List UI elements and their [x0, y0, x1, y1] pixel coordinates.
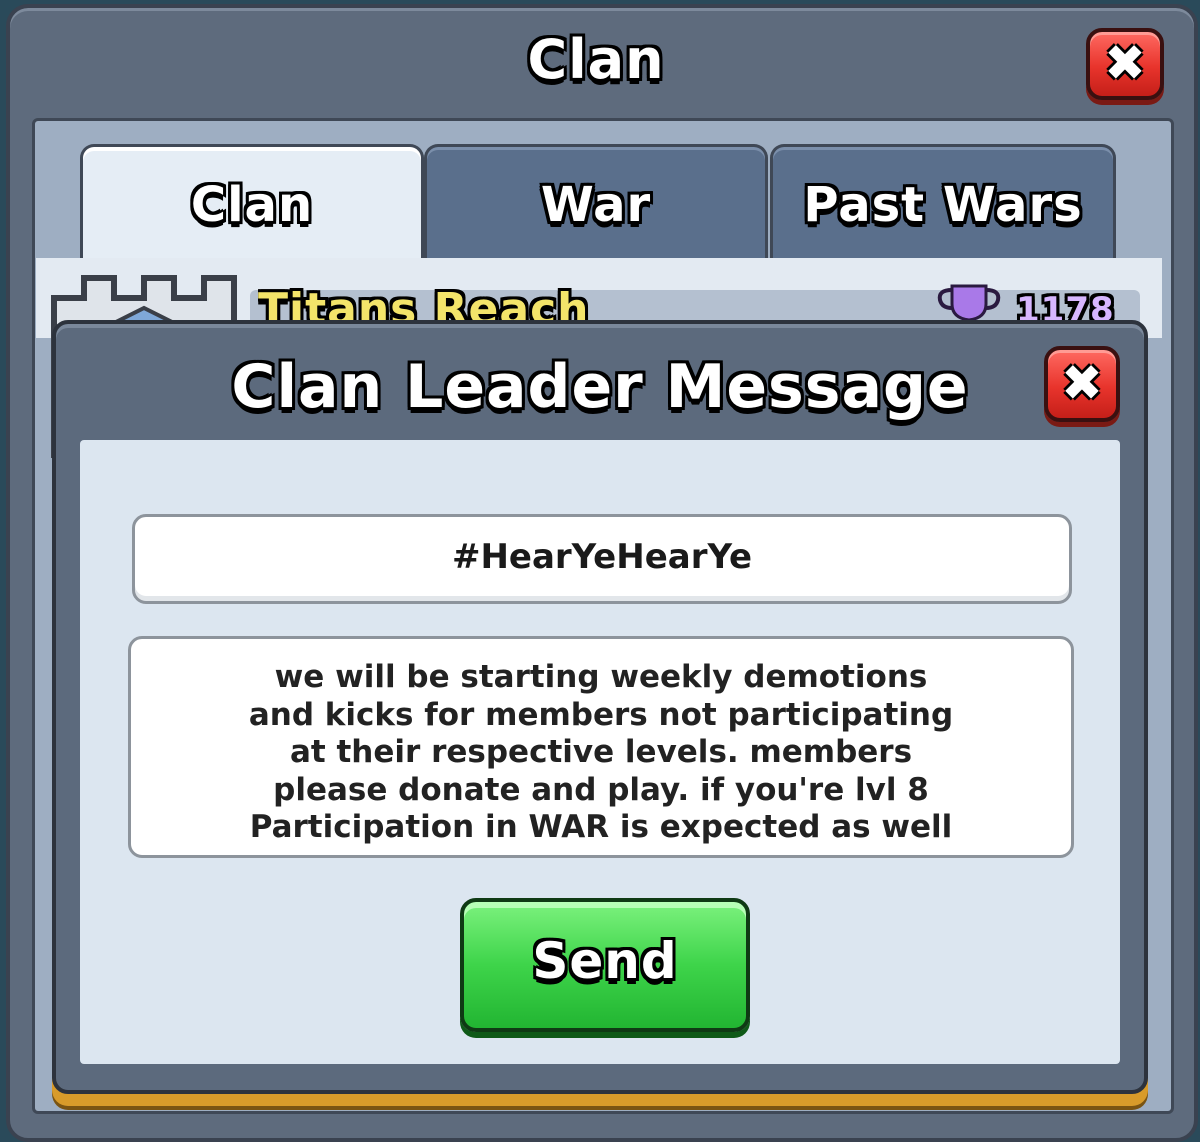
clan-leader-message-dialog: Clan Leader Message ✖ #HearYeHearYe we w…: [52, 320, 1148, 1094]
dialog-title: Clan Leader Message: [231, 352, 969, 422]
close-x-icon: ✖: [1061, 354, 1103, 412]
clan-window-close-button[interactable]: ✖: [1086, 28, 1164, 100]
tab-clan-label: Clan: [190, 177, 314, 233]
tab-war-label: War: [540, 177, 652, 233]
tab-war[interactable]: War: [424, 144, 768, 259]
tab-past-wars[interactable]: Past Wars: [770, 144, 1116, 259]
send-button[interactable]: Send: [460, 898, 750, 1032]
clan-window-title: Clan: [527, 28, 665, 91]
tab-clan[interactable]: Clan: [80, 144, 424, 263]
message-body-textarea[interactable]: we will be starting weekly demotions and…: [128, 636, 1074, 858]
close-x-icon: ✖: [1104, 34, 1146, 92]
trophy-count: 1178: [1016, 290, 1115, 322]
trophy-icon: [937, 284, 1001, 322]
dialog-close-button[interactable]: ✖: [1044, 346, 1120, 422]
clan-name: Titans Reach: [258, 284, 590, 322]
tab-past-wars-label: Past Wars: [803, 177, 1083, 233]
send-button-label: Send: [532, 932, 678, 990]
message-subject-input[interactable]: #HearYeHearYe: [132, 514, 1072, 604]
